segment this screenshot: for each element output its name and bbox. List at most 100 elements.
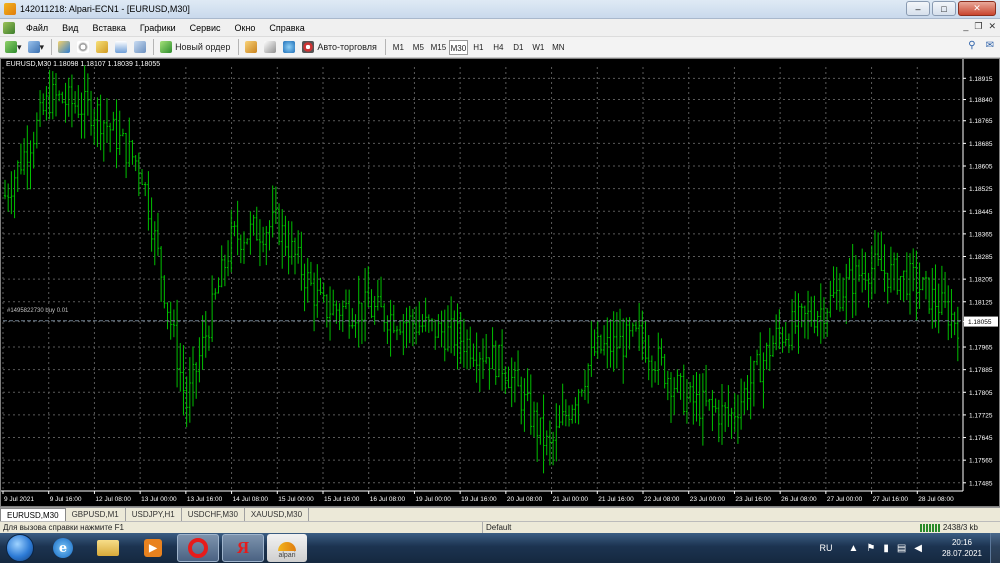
x-tick-label: 28 Jul 08:00: [918, 496, 954, 503]
language-indicator[interactable]: RU: [819, 543, 832, 553]
autotrading-button[interactable]: Авто-торговля: [299, 39, 379, 56]
volume-icon[interactable]: ◀: [914, 543, 922, 554]
menu-view[interactable]: Вид: [55, 19, 85, 37]
new-chart-icon: [5, 41, 17, 53]
price-chart[interactable]: 1.18915 1.18840 1.18765 1.18685 1.18605 1.185…: [0, 58, 1000, 507]
clock[interactable]: 20:16 28.07.2021: [934, 537, 990, 559]
chart-tab-usdchf[interactable]: USDCHF,M30: [182, 508, 245, 521]
y-tick-label: 1.18605: [969, 163, 993, 170]
chart-tabs: EURUSD,M30 GBPUSD,M1 USDJPY,H1 USDCHF,M3…: [0, 507, 1000, 521]
network-icon[interactable]: ▤: [897, 543, 906, 554]
y-tick-label: 1.18765: [969, 118, 993, 125]
chart-canvas[interactable]: 1.18915 1.18840 1.18765 1.18685 1.18605 1.185…: [1, 59, 999, 506]
search-icon[interactable]: ⚲: [968, 40, 975, 51]
yandex-icon: Я: [236, 538, 250, 557]
signals-button[interactable]: [280, 39, 297, 56]
menu-file[interactable]: Файл: [19, 19, 55, 37]
app-icon: [4, 3, 16, 15]
chart-tab-usdjpy[interactable]: USDJPY,H1: [126, 508, 182, 521]
toolbar-separator: [384, 39, 386, 55]
profiles-button[interactable]: ▾: [26, 39, 47, 56]
ie-icon: e: [53, 538, 73, 558]
market-button[interactable]: [261, 39, 278, 56]
toolbar: ▾ ▾ Новый ордер Авто-торговля M1 M5 M15 …: [0, 37, 1000, 58]
taskbar-yandex[interactable]: Я: [222, 534, 264, 562]
menu-insert[interactable]: Вставка: [85, 19, 132, 37]
terminal-button[interactable]: [112, 39, 129, 56]
new-chart-button[interactable]: ▾: [3, 39, 24, 56]
timeframe-w1[interactable]: W1: [529, 40, 548, 55]
maximize-button[interactable]: □: [932, 1, 956, 16]
close-button[interactable]: ✕: [958, 1, 996, 16]
status-bar: Для вызова справки нажмите F1 Default 24…: [0, 521, 1000, 533]
minimize-button[interactable]: –: [906, 1, 930, 16]
order-line-label[interactable]: #1495822730 buy 0.01: [7, 308, 68, 314]
chart-tab-gbpusd[interactable]: GBPUSD,M1: [66, 508, 126, 521]
battery-icon[interactable]: ▮: [883, 543, 889, 554]
timeframe-m30[interactable]: M30: [448, 39, 468, 55]
taskbar-alpari[interactable]: alpari: [267, 534, 307, 562]
timeframe-h4[interactable]: H4: [489, 40, 508, 55]
taskbar-ie[interactable]: e: [42, 534, 84, 562]
navigator-button[interactable]: [93, 39, 110, 56]
y-tick-label: 1.17485: [969, 480, 993, 487]
strategy-tester-button[interactable]: [131, 39, 148, 56]
chat-icon[interactable]: ✉: [986, 40, 994, 51]
x-tick-label: 15 Jul 16:00: [324, 496, 360, 503]
menu-tools[interactable]: Сервис: [183, 19, 228, 37]
x-tick-label: 13 Jul 16:00: [187, 496, 223, 503]
status-help-text: Для вызова справки нажмите F1: [3, 523, 124, 532]
menu-help[interactable]: Справка: [262, 19, 311, 37]
new-order-button[interactable]: Новый ордер: [157, 39, 233, 56]
crosshair-icon: [76, 41, 89, 53]
x-tick-label: 19 Jul 16:00: [461, 496, 497, 503]
status-profile: Default: [482, 522, 511, 533]
taskbar-media-player[interactable]: ▶: [132, 534, 174, 562]
show-desktop-button[interactable]: [990, 533, 1000, 563]
y-tick-label: 1.18365: [969, 231, 993, 238]
y-tick-label: 1.18205: [969, 277, 993, 284]
flag-icon[interactable]: ⚑: [866, 543, 875, 554]
start-button[interactable]: [6, 534, 34, 562]
y-tick-label: 1.17725: [969, 412, 993, 419]
y-tick-label: 1.18915: [969, 76, 993, 83]
metaeditor-button[interactable]: [242, 39, 259, 56]
x-tick-label: 16 Jul 08:00: [370, 496, 406, 503]
menu-window[interactable]: Окно: [228, 19, 263, 37]
timeframe-d1[interactable]: D1: [509, 40, 528, 55]
timeframe-h1[interactable]: H1: [469, 40, 488, 55]
profiles-icon: [27, 41, 40, 53]
x-tick-label: 21 Jul 00:00: [553, 496, 589, 503]
timeframe-m1[interactable]: M1: [389, 40, 408, 55]
timeframe-mn[interactable]: MN: [549, 40, 568, 55]
x-tick-label: 23 Jul 16:00: [735, 496, 771, 503]
mdi-restore-button[interactable]: ❐: [974, 21, 982, 32]
taskbar-explorer[interactable]: [87, 534, 129, 562]
timeframe-m5[interactable]: M5: [409, 40, 428, 55]
market-icon: [263, 41, 276, 53]
chart-tab-eurusd[interactable]: EURUSD,M30: [0, 508, 66, 521]
chart-tab-xauusd[interactable]: XAUUSD,M30: [245, 508, 310, 521]
alpari-label: alpari: [278, 552, 296, 559]
chart-window-icon[interactable]: [3, 21, 15, 34]
tray-expand-icon[interactable]: ▲: [848, 543, 858, 554]
timeframe-m15[interactable]: M15: [429, 40, 448, 55]
taskbar-opera[interactable]: [177, 534, 219, 562]
opera-icon: [188, 538, 208, 558]
autotrading-icon: [302, 41, 315, 53]
title-bar: 142011218: Alpari-ECN1 - [EURUSD,M30] – …: [0, 0, 1000, 19]
market-watch-button[interactable]: [55, 39, 72, 56]
autotrading-label: Авто-торговля: [317, 42, 377, 52]
alpari-logo-icon: [278, 542, 296, 551]
current-price-label: 1.18055: [968, 319, 992, 326]
x-tick-label: 9 Jul 2021: [4, 496, 34, 503]
data-window-button[interactable]: [74, 39, 91, 56]
menu-charts[interactable]: Графики: [133, 19, 183, 37]
new-order-label: Новый ордер: [175, 42, 231, 52]
mdi-close-button[interactable]: ✕: [988, 21, 996, 32]
x-tick-label: 13 Jul 00:00: [141, 496, 177, 503]
mt4-window: 142011218: Alpari-ECN1 - [EURUSD,M30] – …: [0, 0, 1000, 563]
x-tick-label: 12 Jul 08:00: [95, 496, 131, 503]
x-tick-label: 19 Jul 00:00: [415, 496, 451, 503]
mdi-minimize-button[interactable]: _: [963, 21, 968, 32]
